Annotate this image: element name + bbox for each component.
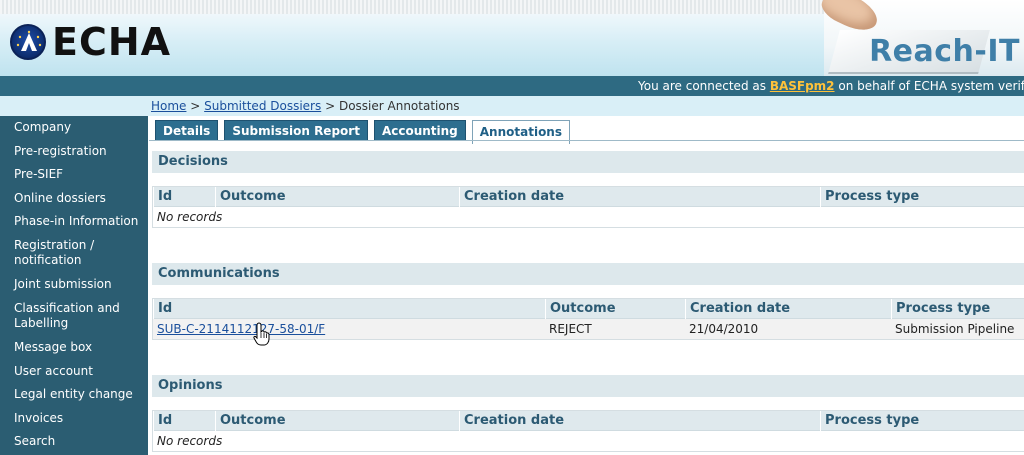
hand-cursor-icon xyxy=(253,322,271,349)
tab-accounting[interactable]: Accounting xyxy=(373,120,466,141)
opinions-table: Id Outcome Creation date Process type No… xyxy=(152,410,1024,452)
column-header-outcome[interactable]: Outcome xyxy=(545,299,685,319)
main-content: Details Submission Report Accounting Ann… xyxy=(149,116,1024,455)
decisions-table: Id Outcome Creation date Process type No… xyxy=(152,186,1024,228)
decisions-section-title: Decisions xyxy=(152,151,1024,173)
column-header-creation-date[interactable]: Creation date xyxy=(459,411,820,431)
tab-divider xyxy=(149,140,1024,141)
tab-submission-report[interactable]: Submission Report xyxy=(224,120,368,141)
sidebar-item-invoices[interactable]: Invoices xyxy=(14,411,144,426)
breadcrumb-bar: Home > Submitted Dossiers > Dossier Anno… xyxy=(0,96,1024,116)
table-header: Id Outcome Creation date Process type xyxy=(153,187,1024,207)
sidebar-item-registration-notification[interactable]: Registration / notification xyxy=(14,238,114,268)
sidebar-item-phase-in-information[interactable]: Phase-in Information xyxy=(14,214,144,229)
table-row: SUB-C-2114112127-58-01/F REJECT 21/04/20… xyxy=(153,319,1024,339)
echa-logo-icon xyxy=(10,24,46,60)
echa-logo[interactable]: ECHA xyxy=(10,20,172,64)
sidebar-item-company[interactable]: Company xyxy=(14,120,144,135)
sidebar-item-search[interactable]: Search xyxy=(14,434,144,449)
logo-text: ECHA xyxy=(52,20,172,64)
connection-status: You are connected as BASFpm2 on behalf o… xyxy=(638,76,1024,96)
connected-user-link[interactable]: BASFpm2 xyxy=(770,79,835,93)
sidebar-nav: Company Pre-registration Pre-SIEF Online… xyxy=(0,116,148,455)
column-header-id[interactable]: Id xyxy=(153,411,215,431)
tab-details[interactable]: Details xyxy=(155,120,219,141)
table-header: Id Outcome Creation date Process type xyxy=(153,299,1024,319)
connection-prefix: You are connected as xyxy=(638,79,766,93)
communications-section-title: Communications xyxy=(152,263,1024,285)
column-header-id[interactable]: Id xyxy=(153,299,545,319)
column-header-process-type[interactable]: Process type xyxy=(820,187,1024,207)
sidebar-item-online-dossiers[interactable]: Online dossiers xyxy=(14,191,144,206)
sidebar-item-legal-entity-change[interactable]: Legal entity change xyxy=(14,387,144,402)
no-records-text: No records xyxy=(153,431,1024,451)
column-header-process-type[interactable]: Process type xyxy=(820,411,1024,431)
sidebar-item-user-account[interactable]: User account xyxy=(14,364,144,379)
communication-id-link[interactable]: SUB-C-2114112127-58-01/F xyxy=(157,322,325,336)
app-window: ECHA Reach-IT You are connected as BASFp… xyxy=(0,0,1024,455)
process-type-cell: Submission Pipeline xyxy=(895,322,1015,336)
column-header-outcome[interactable]: Outcome xyxy=(215,411,459,431)
connection-suffix: on behalf of ECHA system verificatio xyxy=(838,79,1024,93)
no-records-text: No records xyxy=(153,207,1024,227)
column-header-outcome[interactable]: Outcome xyxy=(215,187,459,207)
sidebar-item-message-box[interactable]: Message box xyxy=(14,340,144,355)
breadcrumb-current: Dossier Annotations xyxy=(338,99,460,113)
sidebar-item-classification-labelling[interactable]: Classification and Labelling xyxy=(14,301,134,331)
column-header-id[interactable]: Id xyxy=(153,187,215,207)
sidebar-item-pre-registration[interactable]: Pre-registration xyxy=(14,144,144,159)
product-title: Reach-IT xyxy=(869,34,1020,69)
connection-bar: You are connected as BASFpm2 on behalf o… xyxy=(0,76,1024,96)
column-header-process-type[interactable]: Process type xyxy=(891,299,1024,319)
column-header-creation-date[interactable]: Creation date xyxy=(685,299,891,319)
communications-table: Id Outcome Creation date Process type SU… xyxy=(152,298,1024,340)
opinions-section-title: Opinions xyxy=(152,375,1024,397)
breadcrumb: Home > Submitted Dossiers > Dossier Anno… xyxy=(151,96,460,116)
breadcrumb-separator: > xyxy=(325,99,336,113)
breadcrumb-home-link[interactable]: Home xyxy=(151,99,186,113)
header-banner: ECHA Reach-IT xyxy=(0,0,1024,76)
breadcrumb-separator: > xyxy=(190,99,201,113)
outcome-cell: REJECT xyxy=(549,322,592,336)
creation-date-cell: 21/04/2010 xyxy=(689,322,759,336)
sidebar-item-pre-sief[interactable]: Pre-SIEF xyxy=(14,167,144,182)
sidebar-item-joint-submission[interactable]: Joint submission xyxy=(14,277,144,292)
breadcrumb-submitted-dossiers-link[interactable]: Submitted Dossiers xyxy=(204,99,321,113)
column-header-creation-date[interactable]: Creation date xyxy=(459,187,820,207)
communication-id-cell: SUB-C-2114112127-58-01/F xyxy=(153,319,545,339)
table-header: Id Outcome Creation date Process type xyxy=(153,411,1024,431)
